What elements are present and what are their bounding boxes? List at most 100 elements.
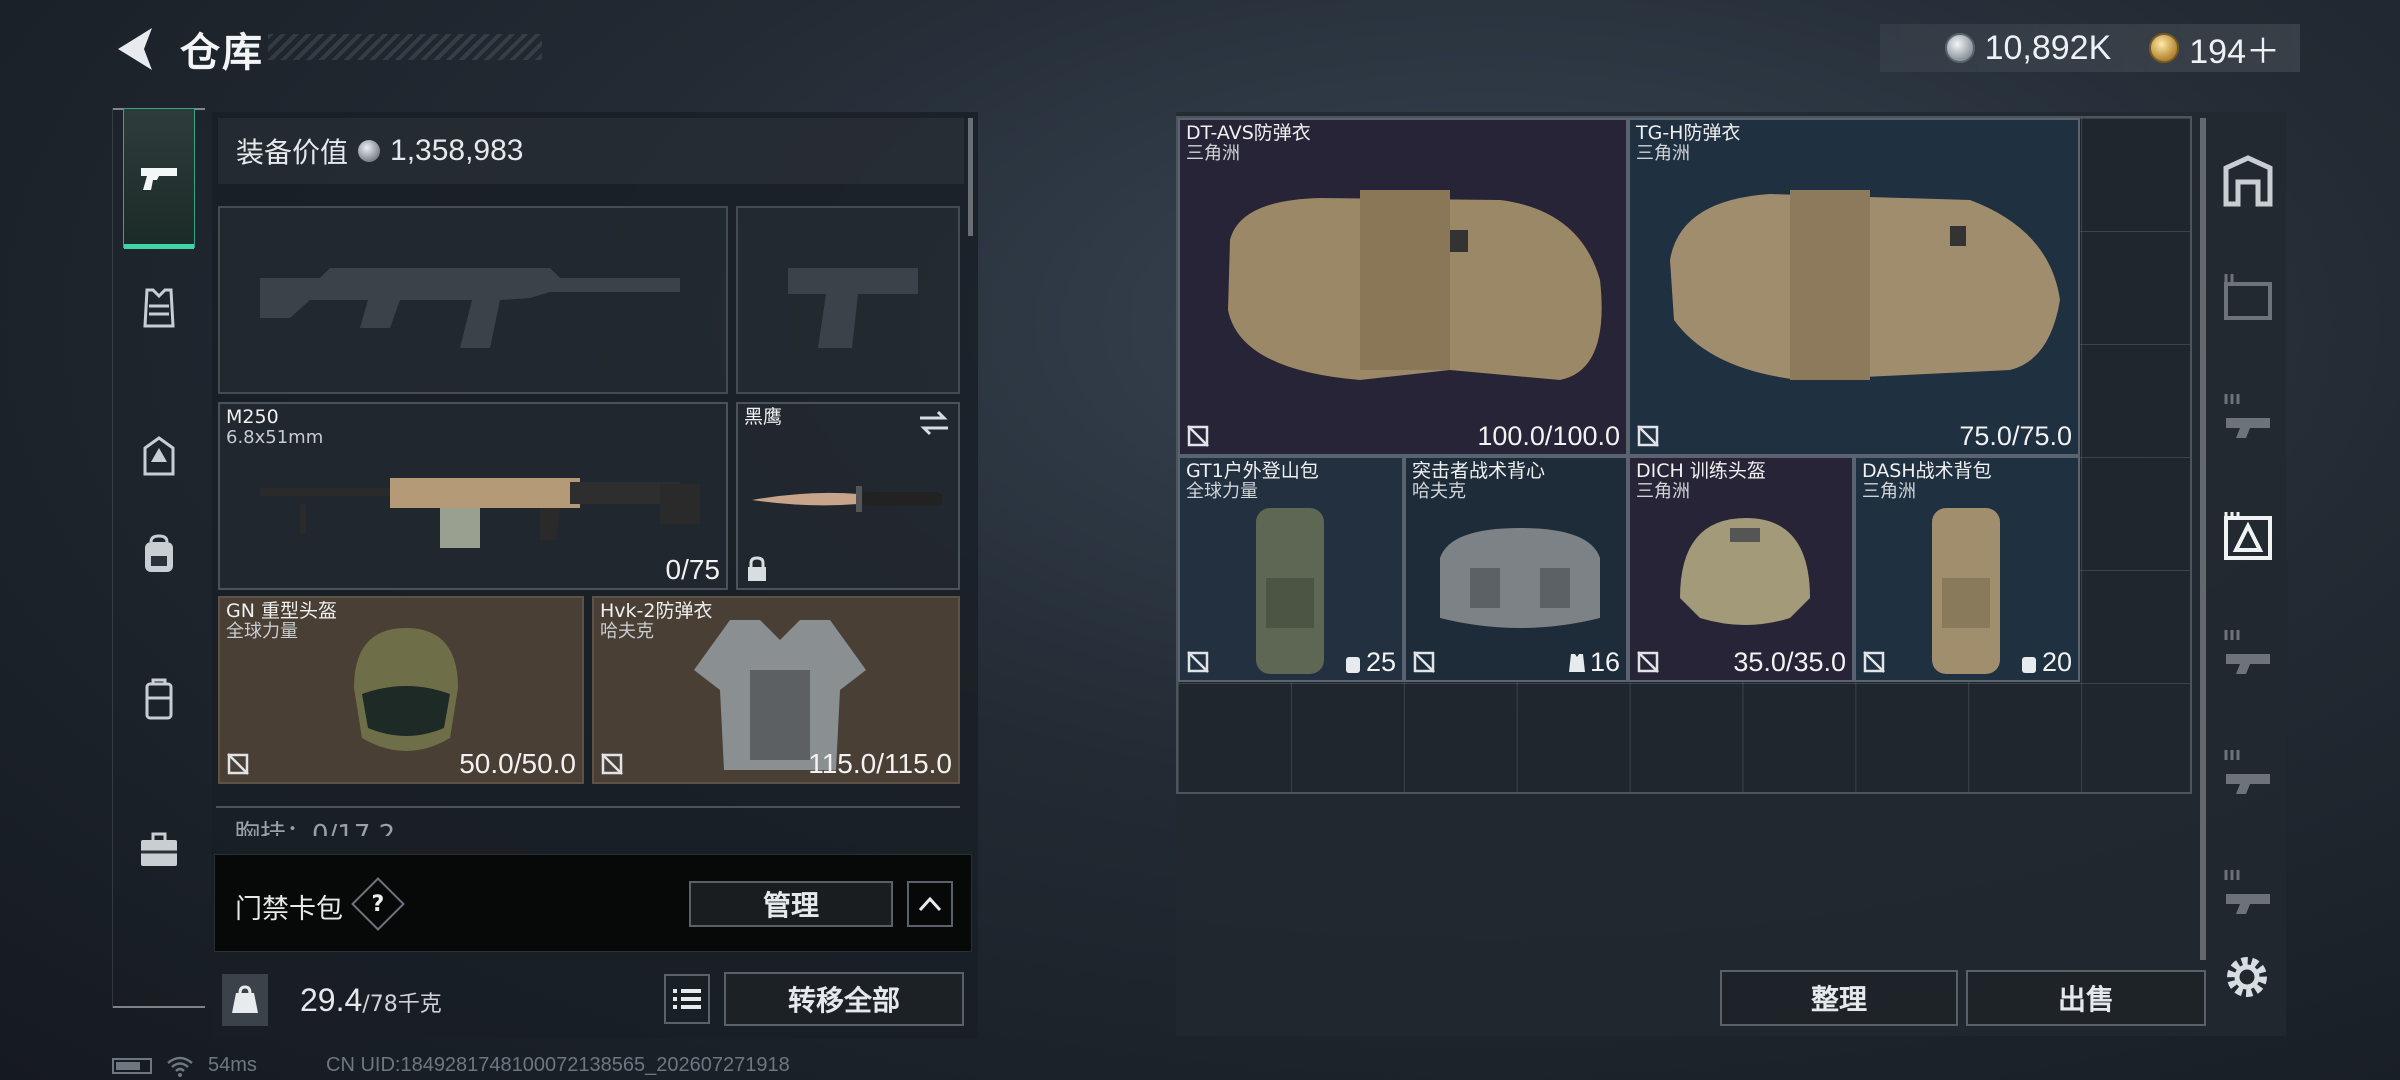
armor-slot[interactable]: Hvk-2防弹衣 哈夫克 115.0/115.0	[592, 596, 960, 784]
helmet-image	[1680, 518, 1810, 625]
rail-container-3b[interactable]	[2218, 622, 2278, 682]
silver-coin-icon	[1944, 33, 1975, 63]
title-decoration	[268, 34, 542, 60]
storage-grid[interactable]: DT-AVS防弹衣 三角洲 100.0/100.0 TG-H防弹衣 三角洲 75…	[1176, 116, 2192, 794]
chest-rig-row[interactable]: 胸挂：0/17 2	[216, 806, 960, 836]
item-name: DASH战术背包	[1862, 460, 1992, 482]
helmet-case-icon	[2224, 512, 2272, 560]
rail-container-3c[interactable]	[2218, 742, 2278, 802]
backpack-small-icon	[1345, 656, 1360, 673]
sidearm-slot-empty[interactable]	[736, 206, 960, 394]
weapon-ammo-count: 0/75	[665, 554, 721, 585]
silver-currency-value: 10,892K	[1984, 28, 2112, 67]
melee-slot[interactable]: 黑鹰	[736, 402, 960, 590]
rail-container-3d[interactable]	[2218, 862, 2278, 922]
rifle-silhouette-icon	[260, 268, 680, 348]
pistol-icon	[141, 168, 177, 190]
item-capacity: 25	[1344, 647, 1396, 678]
chest-rig-label: 胸挂：0/17 2	[234, 820, 396, 836]
gold-currency-value[interactable]: 194＋	[2189, 24, 2280, 73]
category-weapon[interactable]	[123, 108, 195, 249]
no-insure-icon	[1413, 651, 1435, 673]
no-insure-icon	[601, 753, 623, 775]
category-toolbox[interactable]	[123, 780, 195, 920]
expand-button[interactable]	[907, 881, 953, 927]
helmet-slot[interactable]: GN 重型头盔 全球力量 50.0/50.0	[218, 596, 584, 784]
grid-item-assault-vest[interactable]: 突击者战术背心 哈夫克 16	[1404, 456, 1628, 682]
sell-button[interactable]: 出售	[1966, 970, 2206, 1026]
rail-container-selected[interactable]	[2218, 506, 2278, 566]
lock-icon	[748, 556, 766, 581]
item-name: 突击者战术背心	[1412, 460, 1546, 482]
helmet-durability: 50.0/50.0	[459, 748, 576, 779]
rail-storage[interactable]	[2218, 152, 2278, 212]
keycard-bag-panel: 门禁卡包 ? 管理	[214, 854, 972, 952]
weapon-case-icon	[2224, 870, 2270, 914]
weight-current: 29.4	[300, 982, 363, 1018]
case-icon	[145, 678, 173, 720]
weight-max: /78千克	[362, 992, 442, 1017]
no-insure-icon	[1187, 651, 1209, 673]
primary-weapon-slot[interactable]: M250 6.8x51mm 0/75	[218, 402, 728, 590]
item-name: DICH 训练头盔	[1636, 460, 1766, 482]
category-backpack[interactable]	[123, 484, 195, 624]
item-name: GT1户外登山包	[1186, 460, 1319, 482]
rail-container-3a[interactable]	[2218, 386, 2278, 446]
item-maker: 哈夫克	[1412, 481, 1466, 502]
weapon-case-icon	[2224, 394, 2270, 438]
weight-readout: 29.4/78千克	[300, 982, 442, 1019]
item-capacity: 20	[2020, 647, 2072, 678]
manage-button[interactable]: 管理	[689, 881, 893, 927]
rail-container-4[interactable]	[2218, 266, 2278, 326]
melee-name: 黑鹰	[744, 406, 783, 428]
container-scrollbar[interactable]	[2200, 118, 2206, 960]
weapon-name: M250	[226, 406, 279, 428]
list-view-button[interactable]	[664, 974, 710, 1024]
vest-icon	[143, 288, 175, 328]
item-durability: 75.0/75.0	[1959, 421, 2072, 451]
item-name: DT-AVS防弹衣	[1186, 122, 1311, 144]
item-maker: 三角洲	[1636, 481, 1690, 502]
item-capacity: 16	[1568, 647, 1620, 678]
gear-icon[interactable]	[2222, 952, 2272, 1002]
category-case[interactable]	[123, 630, 195, 770]
machine-gun-image	[260, 478, 700, 548]
armor-maker: 哈夫克	[600, 621, 654, 642]
ping-value: 54ms	[208, 1054, 257, 1076]
helmet-maker: 全球力量	[226, 621, 298, 642]
swap-icon[interactable]	[918, 410, 950, 436]
silver-coin-icon	[358, 140, 381, 162]
item-maker: 三角洲	[1636, 143, 1690, 164]
loadout-scrollbar[interactable]	[968, 118, 973, 236]
help-button[interactable]: ?	[351, 877, 405, 931]
helmet-gear-icon	[143, 436, 175, 476]
pistol-silhouette-icon	[788, 268, 918, 348]
body-armor-image	[1228, 190, 1602, 380]
helmet-name: GN 重型头盔	[226, 600, 337, 622]
primary-weapon-slot-empty[interactable]	[218, 206, 728, 394]
weapon-case-icon	[2224, 630, 2270, 674]
item-maker: 全球力量	[1186, 481, 1258, 502]
transfer-all-button[interactable]: 转移全部	[724, 972, 964, 1026]
item-name: TG-H防弹衣	[1636, 122, 1741, 144]
grid-item-dash-backpack[interactable]: DASH战术背包 三角洲 20	[1854, 456, 2080, 682]
grid-item-tg-h-armor[interactable]: TG-H防弹衣 三角洲 75.0/75.0	[1628, 118, 2080, 456]
backpack-image	[1256, 508, 1324, 674]
equipment-value-label: 装备价值	[236, 136, 349, 169]
grid-item-dich-helmet[interactable]: DICH 训练头盔 三角洲 35.0/35.0	[1628, 456, 1854, 682]
category-sidebar	[112, 108, 205, 1008]
item-durability: 100.0/100.0	[1477, 421, 1620, 451]
backpack-icon	[145, 534, 173, 572]
case-level-icon	[2224, 274, 2272, 320]
category-armor[interactable]	[123, 238, 195, 378]
tidy-button[interactable]: 整理	[1720, 970, 1958, 1026]
container-rail	[2210, 116, 2286, 1036]
tactical-vest-image	[1440, 528, 1600, 628]
no-insure-icon	[1637, 651, 1659, 673]
gold-coin-icon	[2149, 33, 2180, 63]
keycard-bag-label: 门禁卡包	[235, 894, 343, 925]
back-arrow-icon[interactable]	[112, 24, 156, 74]
currency-bar: 10,892K 194＋	[1880, 24, 2300, 72]
grid-item-gt1-backpack[interactable]: GT1户外登山包 全球力量 25	[1178, 456, 1404, 682]
grid-item-dt-avs-armor[interactable]: DT-AVS防弹衣 三角洲 100.0/100.0	[1178, 118, 1628, 456]
